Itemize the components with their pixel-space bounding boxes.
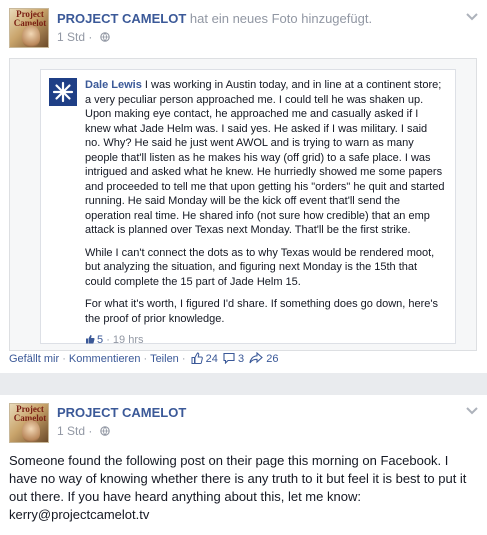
author-link[interactable]: PROJECT CAMELOT xyxy=(57,11,186,26)
star-icon xyxy=(52,81,74,103)
timestamp-separator: · xyxy=(88,30,93,44)
timestamp-separator: · xyxy=(88,424,93,438)
comment-time: 19 hrs xyxy=(112,334,144,346)
share-link[interactable]: Teilen xyxy=(150,353,179,365)
post-header: PROJECT CAMELOT hat ein neues Foto hinzu… xyxy=(57,11,372,26)
post-body-text: Someone found the following post on thei… xyxy=(9,453,467,522)
post-actions: Gefällt mir · Kommentieren · Teilen · 24… xyxy=(9,352,279,365)
post-timestamp-row: 1 Std · xyxy=(57,424,110,438)
comment-like-count: 5 xyxy=(97,334,104,346)
comment-meta: 5 · 19 hrs xyxy=(85,334,445,346)
like-count-icon xyxy=(191,352,203,364)
commenter-avatar xyxy=(49,78,77,106)
post-timestamp-row: 1 Std · xyxy=(57,30,110,44)
shared-photo[interactable]: Dale Lewis I was working in Austin today… xyxy=(9,58,477,351)
chevron-down-icon[interactable] xyxy=(465,406,479,416)
avatar-face xyxy=(22,420,40,442)
chevron-down-icon[interactable] xyxy=(465,12,479,22)
post-header: PROJECT CAMELOT xyxy=(57,405,186,420)
globe-icon xyxy=(99,32,110,42)
post-action-text: hat ein neues Foto hinzugefügt. xyxy=(189,11,373,26)
author-link[interactable]: PROJECT CAMELOT xyxy=(57,405,186,420)
actions-separator: · xyxy=(181,353,186,365)
like-link[interactable]: Gefällt mir xyxy=(9,353,59,365)
commenter-name: Dale Lewis xyxy=(85,79,142,91)
globe-icon xyxy=(99,426,110,436)
like-count[interactable]: 24 xyxy=(206,353,218,365)
photo-post: Project Camelot PROJECT CAMELOT hat ein … xyxy=(0,0,487,373)
comment-paragraph-1: Dale Lewis I was working in Austin today… xyxy=(85,78,445,238)
post-timestamp[interactable]: 1 Std xyxy=(57,30,85,44)
comment-meta-separator: · xyxy=(106,334,110,346)
comment-link[interactable]: Kommentieren xyxy=(69,353,141,365)
comment-body: Dale Lewis I was working in Austin today… xyxy=(85,78,445,326)
post-timestamp[interactable]: 1 Std xyxy=(57,424,85,438)
feed-divider xyxy=(0,373,487,395)
comment-paragraph-3: For what it's worth, I figured I'd share… xyxy=(85,298,438,325)
comment-count-icon xyxy=(223,352,235,364)
comment-paragraph-1-text: I was working in Austin today, and in li… xyxy=(85,79,445,236)
share-count-icon xyxy=(249,352,264,364)
page-avatar[interactable]: Project Camelot xyxy=(9,8,49,48)
actions-separator: · xyxy=(143,353,148,365)
comment-paragraph-2: While I can't connect the dots as to why… xyxy=(85,246,435,288)
screenshot-comment: Dale Lewis I was working in Austin today… xyxy=(40,69,456,346)
comment-count[interactable]: 3 xyxy=(238,353,244,365)
avatar-face xyxy=(22,25,40,47)
actions-separator: · xyxy=(62,353,66,365)
page-avatar[interactable]: Project Camelot xyxy=(9,403,49,443)
thumbs-up-icon xyxy=(86,335,95,344)
share-count[interactable]: 26 xyxy=(266,353,278,365)
